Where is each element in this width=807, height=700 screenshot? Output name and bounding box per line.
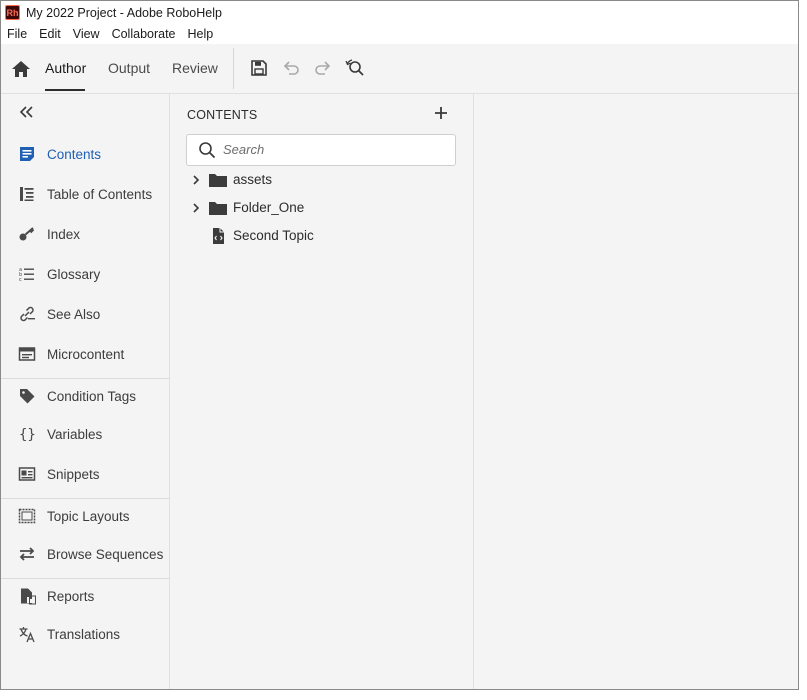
nav-label: Variables [47, 426, 103, 442]
nav-label: Reports [47, 588, 95, 604]
redo-icon[interactable] [313, 58, 333, 78]
nav-item-reports[interactable]: Reports [1, 581, 169, 611]
nav-item-glossary[interactable]: a b c Glossary [1, 259, 169, 289]
toc-icon [17, 184, 37, 204]
tab-review[interactable]: Review [172, 60, 218, 76]
find-replace-icon[interactable] [345, 58, 365, 78]
nav-item-contents[interactable]: Contents [1, 139, 169, 169]
menu-file[interactable]: File [1, 27, 33, 41]
nav-item-index[interactable]: Index [1, 219, 169, 249]
nav-label: Glossary [47, 266, 101, 282]
toolbar: Author Output Review [1, 44, 798, 94]
glossary-icon: a b c [17, 264, 37, 284]
active-tab-indicator [45, 89, 85, 91]
nav-divider [1, 498, 169, 499]
robohelp-logo: Rh [5, 5, 20, 20]
nav-divider [1, 578, 169, 579]
menu-view[interactable]: View [67, 27, 106, 41]
tree-item-label: Folder_One [233, 200, 305, 215]
title-bar: Rh My 2022 Project - Adobe RoboHelp [1, 1, 798, 24]
nav-item-condition-tags[interactable]: Condition Tags [1, 381, 169, 411]
reports-icon [17, 586, 37, 606]
folder-icon [208, 172, 228, 188]
search-input[interactable] [223, 140, 443, 158]
toolbar-divider [233, 48, 234, 89]
chevron-right-icon[interactable] [190, 174, 202, 186]
nav-item-topic-layouts[interactable]: Topic Layouts [1, 501, 169, 531]
nav-item-variables[interactable]: {} Variables [1, 419, 169, 449]
search-icon [198, 141, 216, 159]
window-title: My 2022 Project - Adobe RoboHelp [26, 5, 222, 20]
menu-help[interactable]: Help [182, 27, 220, 41]
nav-item-microcontent[interactable]: Microcontent [1, 339, 169, 369]
contents-panel-title: CONTENTS [187, 108, 258, 122]
nav-label: See Also [47, 306, 101, 322]
layout-icon [17, 506, 37, 526]
contents-panel: CONTENTS assets [170, 94, 474, 689]
nav-item-browse-sequences[interactable]: Browse Sequences [1, 539, 169, 569]
contents-icon [17, 144, 37, 164]
tab-author[interactable]: Author [45, 60, 86, 76]
tree-item-label: assets [233, 172, 273, 187]
nav-item-snippets[interactable]: Snippets [1, 459, 169, 489]
double-chevron-left-icon[interactable] [17, 104, 37, 120]
microcontent-icon [17, 344, 37, 364]
nav-item-see-also[interactable]: See Also [1, 299, 169, 329]
nav-item-translations[interactable]: Translations [1, 619, 169, 649]
link-icon [17, 304, 37, 324]
nav-item-table-of-contents[interactable]: Table of Contents [1, 179, 169, 209]
nav-label: Microcontent [47, 346, 125, 362]
snippet-icon [17, 464, 37, 484]
nav-label: Contents [47, 146, 102, 162]
menu-bar: File Edit View Collaborate Help [1, 24, 798, 44]
tab-output[interactable]: Output [108, 60, 150, 76]
app-window: Rh My 2022 Project - Adobe RoboHelp File… [0, 0, 799, 690]
editor-area [474, 94, 798, 689]
nav-label: Snippets [47, 466, 100, 482]
sequence-icon [17, 544, 37, 564]
tag-icon [17, 386, 37, 406]
folder-icon [208, 200, 228, 216]
add-icon[interactable] [432, 104, 450, 122]
key-icon [17, 224, 37, 244]
home-icon[interactable] [11, 59, 31, 79]
braces-icon: {} [17, 424, 37, 444]
translate-icon [17, 624, 37, 644]
undo-icon[interactable] [281, 58, 301, 78]
tree-item-assets[interactable]: assets [186, 169, 466, 191]
save-icon[interactable] [249, 58, 269, 78]
tree-item-second-topic[interactable]: Second Topic [186, 225, 466, 247]
topic-file-icon [208, 228, 228, 244]
tree-item-folder-one[interactable]: Folder_One [186, 197, 466, 219]
tree-item-label: Second Topic [233, 228, 314, 243]
nav-label: Index [47, 226, 81, 242]
search-box [186, 134, 456, 166]
nav-label: Translations [47, 626, 121, 642]
nav-label: Table of Contents [47, 186, 153, 202]
nav-label: Condition Tags [47, 388, 137, 404]
svg-text:{}: {} [19, 427, 36, 443]
left-nav-panel: Contents Table of Contents Index a b c G… [1, 94, 170, 689]
menu-edit[interactable]: Edit [33, 27, 67, 41]
chevron-right-icon[interactable] [190, 202, 202, 214]
menu-collaborate[interactable]: Collaborate [106, 27, 182, 41]
nav-label: Topic Layouts [47, 508, 130, 524]
nav-divider [1, 378, 169, 379]
svg-text:c: c [19, 277, 22, 283]
nav-label: Browse Sequences [47, 546, 164, 562]
